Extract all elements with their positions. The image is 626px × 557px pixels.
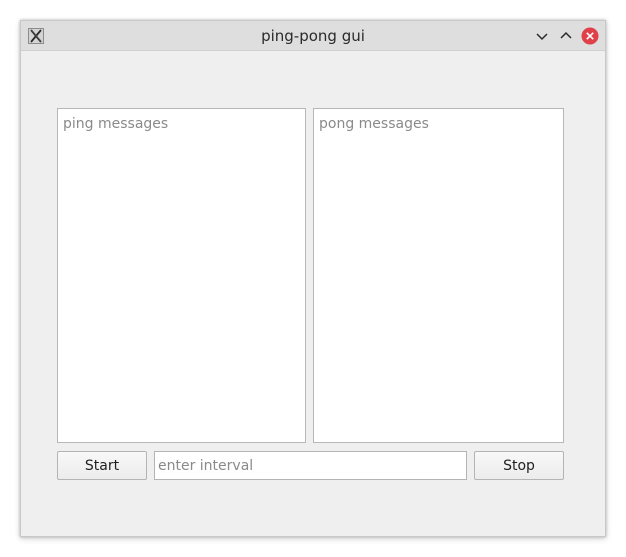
chevron-down-icon [536,33,548,41]
stop-button[interactable]: Stop [474,451,564,480]
window-title: ping-pong gui [261,27,365,45]
minimize-button[interactable] [533,27,551,45]
maximize-button[interactable] [557,27,575,45]
close-button[interactable] [581,27,599,45]
main-window: ping-pong gui Start Stop [20,20,606,537]
pong-messages-area[interactable] [313,108,564,443]
interval-input[interactable] [154,451,467,480]
ping-messages-area[interactable] [57,108,306,443]
chevron-up-icon [560,31,572,39]
title-bar[interactable]: ping-pong gui [21,21,605,51]
close-icon [581,27,599,45]
start-button[interactable]: Start [57,451,147,480]
